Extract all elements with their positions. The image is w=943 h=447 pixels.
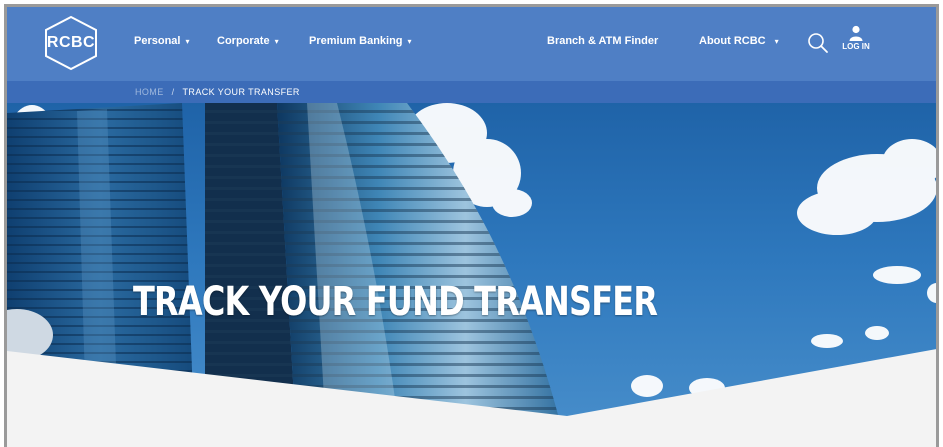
logo-text: RCBC — [46, 34, 96, 51]
nav-personal[interactable]: Personal ▾ — [134, 35, 189, 47]
nav-premium-banking-label: Premium Banking — [309, 35, 403, 47]
user-icon — [849, 25, 863, 41]
browser-frame: RCBC Personal ▾ Corporate ▾ Premium Bank… — [4, 4, 939, 447]
chevron-down-icon: ▾ — [274, 36, 279, 46]
chevron-down-icon: ▾ — [407, 36, 412, 46]
login-button[interactable]: LOG IN — [839, 25, 873, 61]
nav-personal-label: Personal — [134, 35, 181, 47]
nav-corporate[interactable]: Corporate ▾ — [217, 35, 279, 47]
breadcrumb-current: TRACK YOUR TRANSFER — [182, 87, 300, 97]
hero-title: TRACK YOUR FUND TRANSFER — [133, 279, 658, 325]
chevron-down-icon: ▾ — [185, 36, 190, 46]
breadcrumb-separator: / — [171, 87, 175, 97]
search-icon[interactable] — [807, 32, 829, 54]
nav-about-rcbc-label: About RCBC — [699, 35, 766, 47]
login-label: LOG IN — [842, 42, 870, 51]
nav-about-rcbc[interactable]: About RCBC ▾ — [699, 35, 779, 47]
hero-background-image — [7, 103, 936, 447]
top-navigation: RCBC Personal ▾ Corporate ▾ Premium Bank… — [7, 7, 936, 81]
rcbc-logo[interactable]: RCBC — [41, 15, 101, 71]
nav-corporate-label: Corporate — [217, 35, 270, 47]
breadcrumb-bar: HOME / TRACK YOUR TRANSFER — [7, 81, 936, 103]
nav-premium-banking[interactable]: Premium Banking ▾ — [309, 35, 412, 47]
nav-branch-atm-finder[interactable]: Branch & ATM Finder — [547, 35, 658, 47]
nav-branch-atm-finder-label: Branch & ATM Finder — [547, 35, 659, 47]
hero-banner: TRACK YOUR FUND TRANSFER — [7, 103, 936, 447]
breadcrumb: HOME / TRACK YOUR TRANSFER — [135, 87, 300, 97]
breadcrumb-home-link[interactable]: HOME — [135, 87, 164, 97]
chevron-down-icon: ▾ — [774, 36, 779, 46]
